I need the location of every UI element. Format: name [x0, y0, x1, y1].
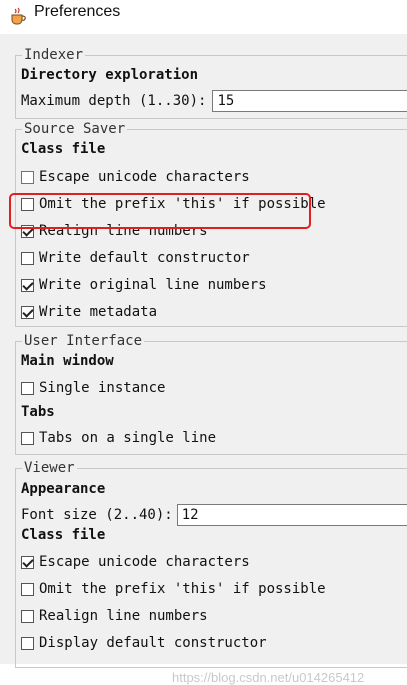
single-instance-checkbox[interactable]: Single instance [21, 378, 165, 398]
checkbox-icon[interactable] [21, 278, 34, 292]
checkbox-icon[interactable] [21, 555, 34, 569]
class-file-title: Class file [21, 141, 106, 157]
checkbox-label: Omit the prefix 'this' if possible [39, 581, 326, 597]
tabs-single-line-checkbox[interactable]: Tabs on a single line [21, 428, 216, 448]
escape-unicode-checkbox[interactable]: Escape unicode characters [21, 167, 250, 187]
max-depth-input[interactable]: 15 [212, 90, 407, 112]
checkbox-icon[interactable] [21, 251, 34, 265]
indexer-group: Indexer Directory exploration Maximum de… [15, 47, 407, 119]
checkbox-label: Single instance [39, 380, 166, 396]
font-size-label: Font size (2..40): [21, 507, 173, 523]
checkbox-label: Escape unicode characters [39, 554, 250, 570]
checkbox-icon[interactable] [21, 170, 34, 184]
write-default-constructor-checkbox[interactable]: Write default constructor [21, 248, 250, 268]
viewer-realign-line-numbers-checkbox[interactable]: Realign line numbers [21, 606, 208, 626]
checkbox-icon[interactable] [21, 381, 34, 395]
window-title: Preferences [34, 3, 121, 20]
viewer-group: Viewer Appearance Font size (2..40): 12 … [15, 460, 407, 668]
annotation-highlight-box [9, 193, 311, 229]
checkbox-label: Realign line numbers [39, 608, 208, 624]
max-depth-row: Maximum depth (1..30): 15 [21, 90, 407, 112]
checkbox-icon[interactable] [21, 636, 34, 650]
font-size-input[interactable]: 12 [176, 504, 407, 526]
viewer-legend: Viewer [22, 460, 77, 476]
write-original-line-numbers-checkbox[interactable]: Write original line numbers [21, 275, 267, 295]
user-interface-group: User Interface Main window Single instan… [15, 333, 407, 455]
appearance-title: Appearance [21, 481, 106, 497]
preferences-panel: Indexer Directory exploration Maximum de… [0, 34, 407, 685]
checkbox-label: Display default constructor [39, 635, 267, 651]
indexer-legend: Indexer [22, 47, 86, 63]
source-saver-legend: Source Saver [22, 121, 128, 137]
checkbox-label: Escape unicode characters [39, 169, 250, 185]
main-window-title: Main window [21, 353, 114, 369]
checkbox-icon[interactable] [21, 609, 34, 623]
checkbox-label: Write original line numbers [39, 277, 267, 293]
checkbox-icon[interactable] [21, 582, 34, 596]
viewer-escape-unicode-checkbox[interactable]: Escape unicode characters [21, 552, 250, 572]
tabs-title: Tabs [21, 404, 55, 420]
viewer-omit-this-prefix-checkbox[interactable]: Omit the prefix 'this' if possible [21, 579, 326, 599]
viewer-display-default-constructor-checkbox[interactable]: Display default constructor [21, 633, 267, 653]
max-depth-label: Maximum depth (1..30): [21, 93, 207, 109]
checkbox-icon[interactable] [21, 431, 34, 445]
checkbox-label: Write default constructor [39, 250, 250, 266]
coffee-cup-icon [11, 7, 26, 25]
write-metadata-checkbox[interactable]: Write metadata [21, 302, 157, 322]
watermark-text: https://blog.csdn.net/u014265412 [172, 670, 365, 685]
checkbox-label: Write metadata [39, 304, 158, 320]
viewer-class-file-title: Class file [21, 527, 106, 543]
directory-exploration-title: Directory exploration [21, 67, 199, 83]
checkbox-label: Tabs on a single line [39, 430, 217, 446]
font-size-row: Font size (2..40): 12 [21, 504, 407, 526]
checkbox-icon[interactable] [21, 305, 34, 319]
title-bar: Preferences [0, 0, 407, 34]
user-interface-legend: User Interface [22, 333, 145, 349]
